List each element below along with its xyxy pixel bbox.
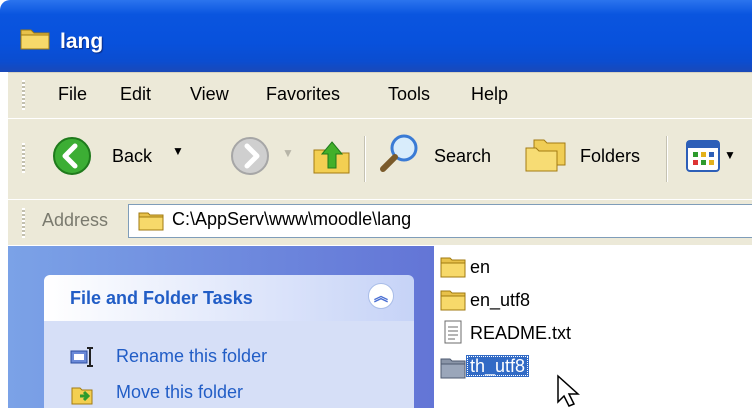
file-item-readme[interactable]: README.txt (470, 323, 571, 344)
folders-button[interactable]: Folders (524, 132, 654, 176)
back-label: Back (112, 146, 153, 166)
back-arrow-icon (53, 137, 91, 175)
back-dropdown-arrow-icon[interactable]: ▼ (172, 144, 184, 158)
menu-grip[interactable] (22, 80, 25, 110)
toolbar-separator (364, 136, 366, 182)
file-item-en[interactable]: en (470, 257, 490, 278)
file-item-th-utf8[interactable]: th_utf8 (466, 355, 530, 377)
selected-file-label: th_utf8 (466, 355, 530, 377)
up-folder-button[interactable] (310, 134, 354, 178)
move-folder-icon (71, 387, 93, 405)
views-button[interactable]: ▼ (682, 138, 752, 174)
collapse-chevron-icon[interactable]: ︽ (368, 283, 394, 309)
folder-icon (138, 212, 164, 231)
search-button[interactable]: Search (378, 132, 508, 176)
toolbar-grip[interactable] (22, 143, 25, 173)
folder-icon (440, 358, 466, 379)
mouse-cursor-icon (557, 374, 580, 407)
folder-icon (20, 29, 50, 50)
file-item-en-utf8[interactable]: en_utf8 (470, 290, 530, 311)
menu-view[interactable]: View (190, 84, 229, 105)
menu-edit[interactable]: Edit (120, 84, 151, 105)
folder-icon (440, 290, 466, 311)
address-path: C:\AppServ\www\moodle\lang (172, 209, 412, 229)
search-label: Search (434, 146, 492, 166)
address-label: Address (42, 210, 109, 230)
folders-icon (525, 139, 566, 172)
forward-dropdown-arrow-icon: ▼ (282, 146, 294, 160)
menu-help[interactable]: Help (471, 84, 508, 105)
address-grip[interactable] (22, 208, 25, 238)
forward-button[interactable] (230, 136, 270, 176)
views-icon (686, 140, 720, 172)
folders-label: Folders (580, 146, 641, 166)
window-title: lang (60, 30, 104, 53)
folder-icon (440, 257, 466, 278)
search-icon (380, 134, 418, 172)
task-box-title: File and Folder Tasks (70, 288, 253, 308)
menu-tools[interactable]: Tools (388, 84, 430, 105)
menu-favorites[interactable]: Favorites (266, 84, 340, 105)
views-dropdown-arrow-icon[interactable]: ▼ (724, 148, 736, 162)
rename-icon (70, 347, 93, 367)
title-bar[interactable] (0, 0, 752, 72)
toolbar-separator (666, 136, 668, 182)
rename-folder-link[interactable]: Rename this folder (116, 346, 267, 367)
move-folder-link[interactable]: Move this folder (116, 382, 243, 403)
text-file-icon (444, 320, 462, 344)
menu-file[interactable]: File (58, 84, 87, 105)
back-button[interactable]: Back ▼ (52, 134, 184, 178)
